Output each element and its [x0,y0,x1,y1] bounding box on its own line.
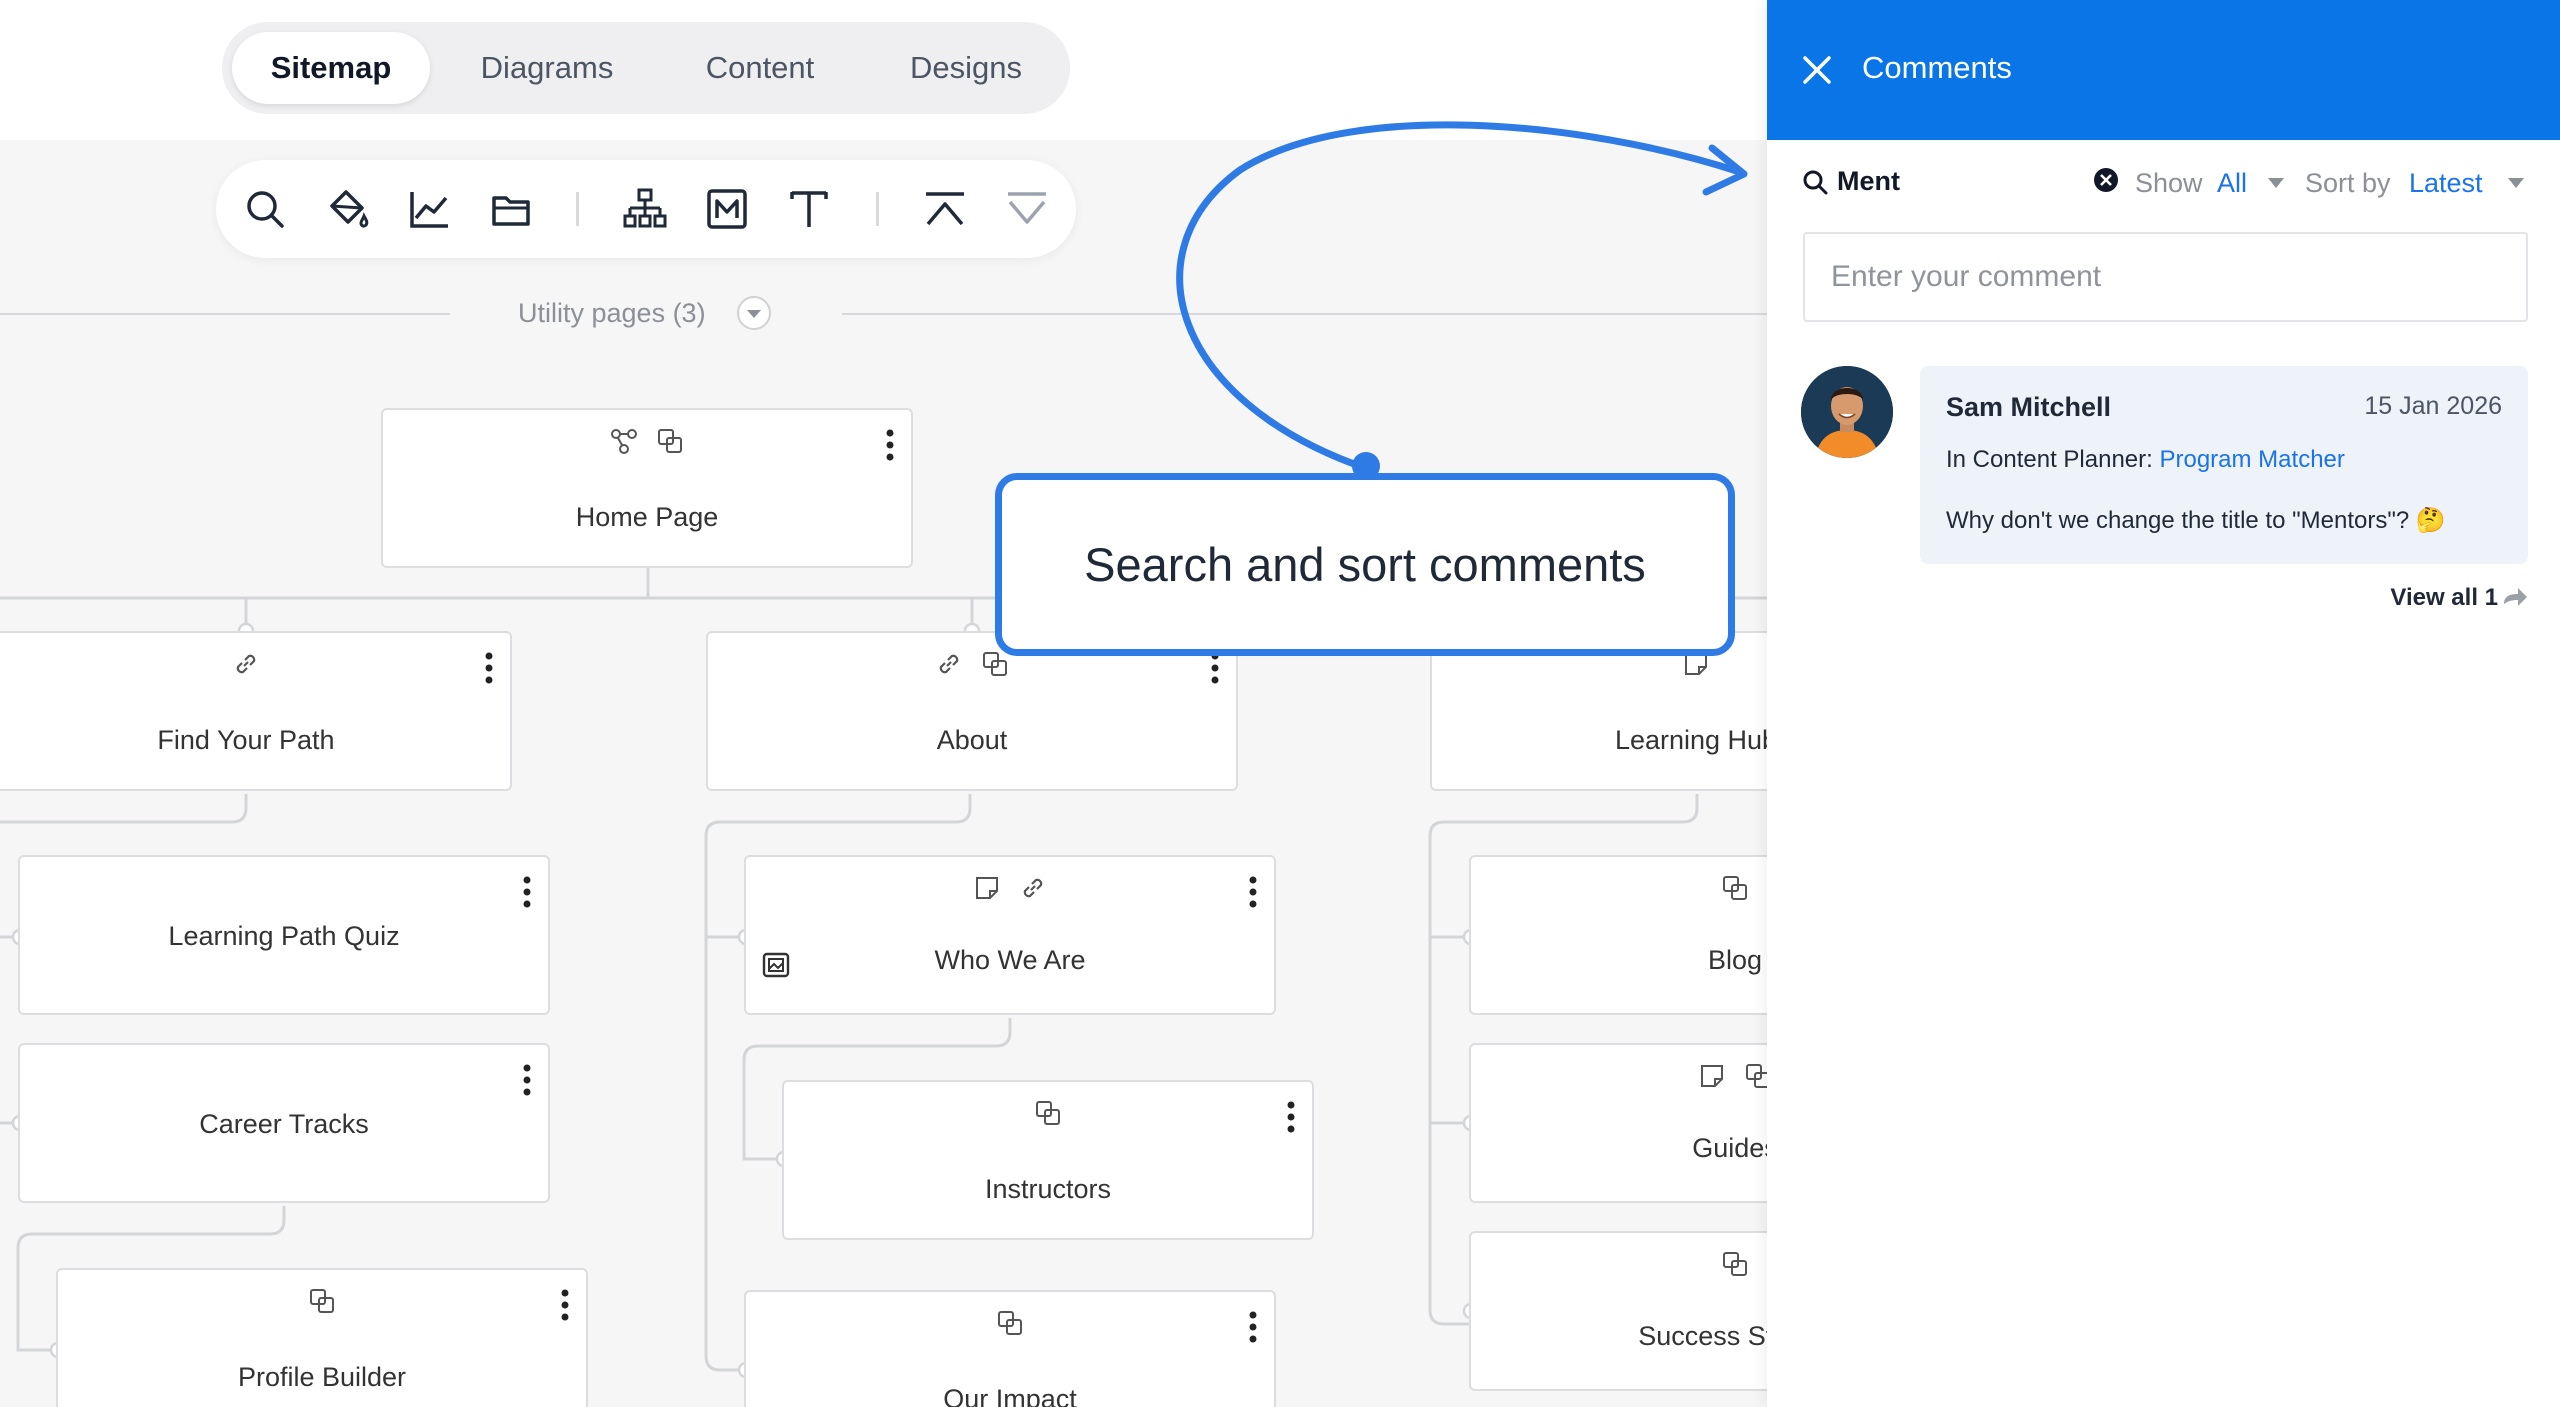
callout-text: Search and sort comments [1084,538,1646,591]
node-label: Find Your Path [157,725,335,755]
node-menu-icon[interactable] [1248,875,1258,909]
top-bar: Sitemap Diagrams Content Designs [0,0,1767,140]
sitemap-node-who-we-are[interactable]: Who We Are [744,855,1276,1015]
node-label: Blog [1707,945,1763,975]
node-label: Our Impact [943,1384,1077,1407]
tab-designs[interactable]: Designs [868,32,1064,104]
comment-input[interactable] [1803,232,2528,322]
tab-content[interactable]: Content [660,32,860,104]
node-menu-icon[interactable] [522,1063,532,1097]
link-icon [934,649,964,679]
link-icon [231,649,261,679]
link-icon [1018,873,1048,903]
sitemap-node-blog[interactable]: Blog [1469,855,1767,1015]
comment-card[interactable]: Sam Mitchell 15 Jan 2026 In Content Plan… [1920,366,2528,564]
node-menu-icon[interactable] [560,1288,570,1322]
comments-panel-header: Comments [1767,0,2560,140]
sort-by-label: Sort by [2305,168,2391,198]
comments-panel: Comments Ment Show All Sort by Latest Sa… [1767,0,2560,1407]
sitemap-node-success-stories[interactable]: Success Stories [1469,1231,1767,1391]
sitemap-canvas[interactable]: Utility pages (3) Home Page Find Your Pa… [0,140,1767,1407]
copy-icon [995,1308,1025,1338]
copy-icon [980,649,1010,679]
copy-icon [1720,1249,1750,1279]
panel-title: Comments [1862,50,2012,85]
comment-context-link[interactable]: Program Matcher [2159,446,2344,473]
avatar [1801,366,1893,458]
tab-diagrams[interactable]: Diagrams [442,32,652,104]
view-all-replies-link[interactable]: View all 1 [2390,584,2498,612]
tutorial-callout: Search and sort comments [995,473,1735,656]
node-label: Home Page [575,502,719,532]
copy-icon [1720,873,1750,903]
node-label: Learning Path Quiz [168,921,400,951]
sitemap-node-our-impact[interactable]: Our Impact [744,1290,1276,1407]
sitemap-node-guides[interactable]: Guides [1469,1043,1767,1203]
flow-icon [609,426,639,456]
note-icon [972,873,1002,903]
node-label: Guides [1692,1133,1767,1163]
node-menu-icon[interactable] [885,428,895,462]
sitemap-node-find-your-path[interactable]: Find Your Path [0,631,512,791]
copy-icon [655,426,685,456]
note-icon [1697,1061,1727,1091]
node-label: Profile Builder [237,1362,407,1392]
search-icon [1801,168,1829,196]
node-menu-icon[interactable] [1248,1310,1258,1344]
sitemap-node-instructors[interactable]: Instructors [782,1080,1314,1240]
sitemap-node-home-page[interactable]: Home Page [381,408,913,568]
show-filter-value[interactable]: All [2217,168,2247,199]
node-label: Who We Are [934,945,1086,975]
node-menu-icon[interactable] [1210,651,1220,685]
sitemap-node-career-tracks[interactable]: Career Tracks [18,1043,550,1203]
comment-context-prefix: In Content Planner: [1946,446,2153,473]
node-menu-icon[interactable] [522,875,532,909]
copy-icon [1743,1061,1767,1091]
view-tabs: Sitemap Diagrams Content Designs [222,22,1070,114]
node-label: About [936,725,1008,755]
sitemap-node-profile-builder[interactable]: Profile Builder [56,1268,588,1407]
comment-date: 15 Jan 2026 [2364,392,2502,420]
node-label: Success Stories [1638,1321,1767,1351]
sort-by-value[interactable]: Latest [2409,168,2483,199]
reply-arrow-icon[interactable] [2502,586,2528,610]
comment-author: Sam Mitchell [1946,392,2112,422]
clear-search-icon[interactable] [2092,166,2120,194]
node-menu-icon[interactable] [1286,1100,1296,1134]
search-term: Ment [1837,166,1900,196]
sitemap-node-learning-path-quiz[interactable]: Learning Path Quiz [18,855,550,1015]
node-menu-icon[interactable] [484,651,494,685]
close-icon[interactable] [1797,50,1837,90]
chevron-down-icon[interactable] [2267,176,2285,190]
copy-icon [307,1286,337,1316]
comment-context: In Content Planner: Program Matcher [1946,446,2345,474]
node-label: Learning Hub [1614,725,1767,755]
copy-icon [1033,1098,1063,1128]
chevron-down-icon[interactable] [2507,176,2525,190]
tab-sitemap[interactable]: Sitemap [232,32,430,104]
node-label: Career Tracks [199,1109,369,1139]
show-filter-label: Show [2135,168,2203,198]
comment-body: Why don't we change the title to "Mentor… [1946,507,2446,534]
node-label: Instructors [984,1174,1112,1204]
